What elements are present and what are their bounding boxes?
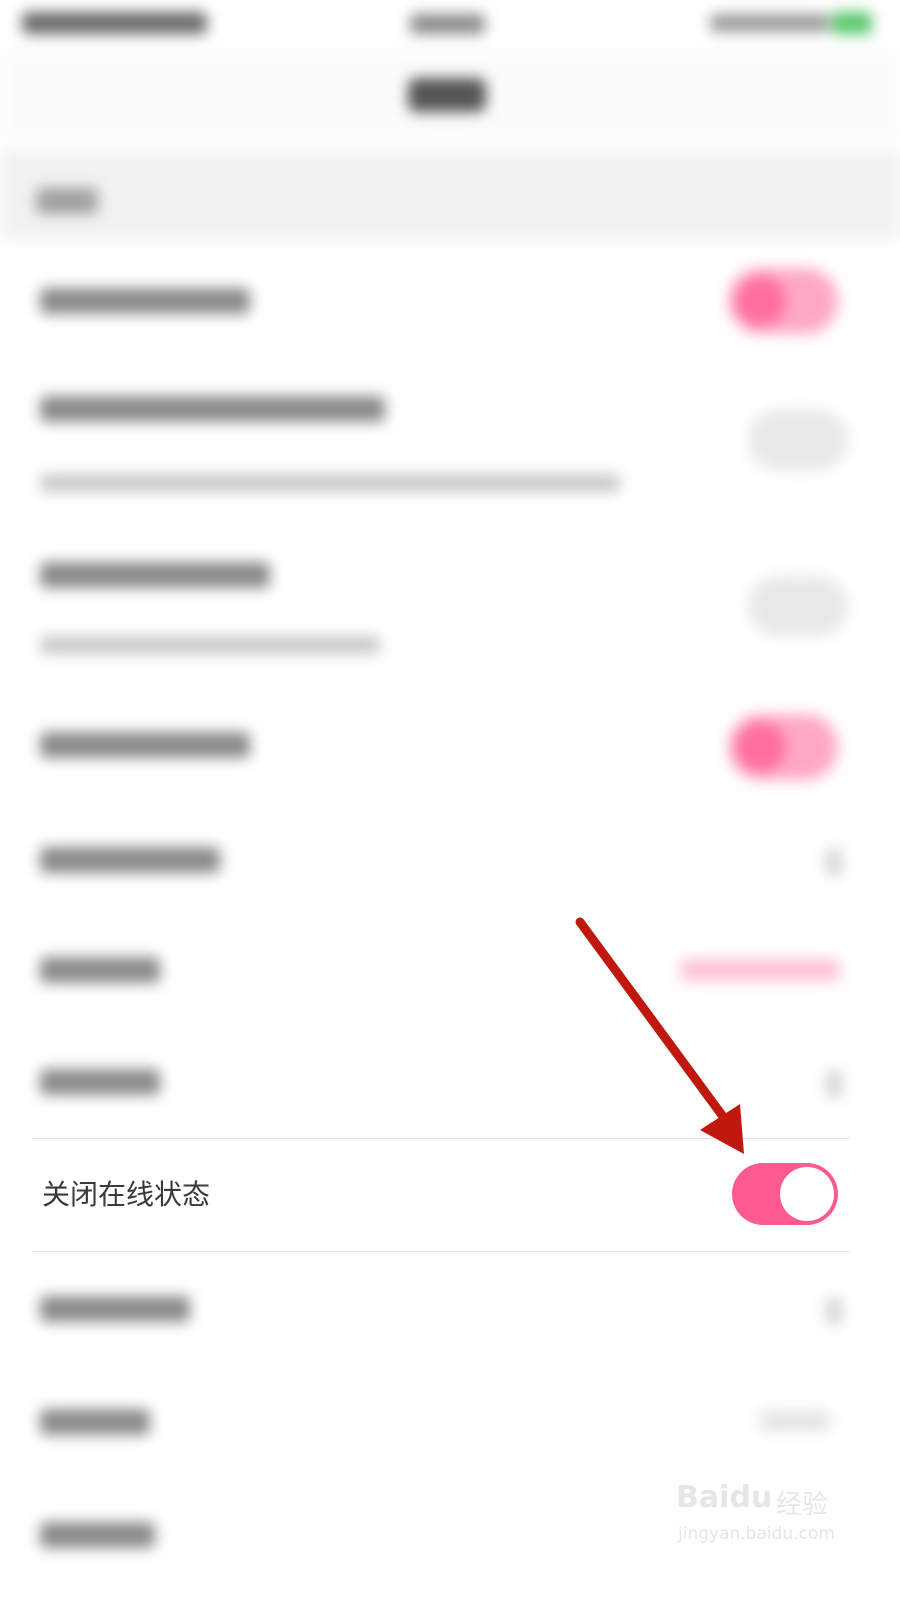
online-status-toggle[interactable] — [732, 1163, 838, 1225]
blurred-setting-row-1 — [0, 250, 900, 360]
blurred-row-label — [40, 957, 160, 983]
toggle-knob — [780, 1167, 834, 1221]
blurred-row-label — [40, 1296, 190, 1322]
blurred-toggle-off — [748, 576, 848, 636]
status-carrier-blurred — [22, 12, 207, 34]
blurred-setting-row-9 — [0, 1375, 900, 1475]
blurred-row-label — [40, 562, 270, 588]
setting-row-hide-online-status[interactable]: 关闭在线状态 — [32, 1138, 850, 1252]
blurred-row-label — [40, 847, 220, 873]
chevron-right-icon — [826, 1298, 842, 1324]
section-title-blurred — [36, 188, 98, 214]
section-header — [0, 150, 900, 240]
status-indicators-blurred — [710, 14, 830, 32]
status-time-blurred — [410, 14, 485, 34]
blurred-toggle-on — [728, 268, 838, 334]
blurred-setting-row-2 — [0, 370, 900, 520]
nav-title-blurred — [408, 78, 486, 112]
baidu-jingyan-watermark: Baidu 经验 jingyan.baidu.com — [676, 1470, 876, 1560]
blurred-setting-row-5 — [0, 815, 900, 910]
blurred-row-value — [760, 1411, 830, 1431]
blurred-row-description — [40, 474, 620, 492]
watermark-brand: Baidu — [676, 1480, 773, 1515]
blurred-row-label — [40, 396, 385, 422]
blurred-toggle-on — [728, 714, 838, 780]
blurred-setting-row-8 — [0, 1262, 900, 1362]
nav-bar — [0, 48, 900, 140]
blurred-toggle-off — [748, 410, 848, 470]
setting-label: 关闭在线状态 — [42, 1178, 211, 1211]
chevron-right-icon — [826, 1071, 842, 1097]
blurred-row-label — [40, 732, 250, 758]
watermark-url: jingyan.baidu.com — [678, 1524, 835, 1544]
chevron-right-icon — [826, 849, 842, 875]
blurred-row-label — [40, 1522, 155, 1548]
blurred-setting-row-7 — [0, 1035, 900, 1130]
blurred-row-label — [40, 1409, 150, 1435]
status-bar — [0, 0, 900, 48]
battery-icon — [832, 12, 872, 34]
blurred-background-content — [0, 0, 900, 1600]
blurred-row-description — [40, 636, 380, 654]
blurred-row-label — [40, 1069, 160, 1095]
blurred-setting-row-3 — [0, 540, 900, 680]
watermark-product: 经验 — [776, 1490, 829, 1520]
blurred-row-value — [680, 959, 840, 981]
blurred-setting-row-6 — [0, 925, 900, 1020]
blurred-row-label — [40, 288, 250, 314]
blurred-setting-row-4 — [0, 700, 900, 800]
